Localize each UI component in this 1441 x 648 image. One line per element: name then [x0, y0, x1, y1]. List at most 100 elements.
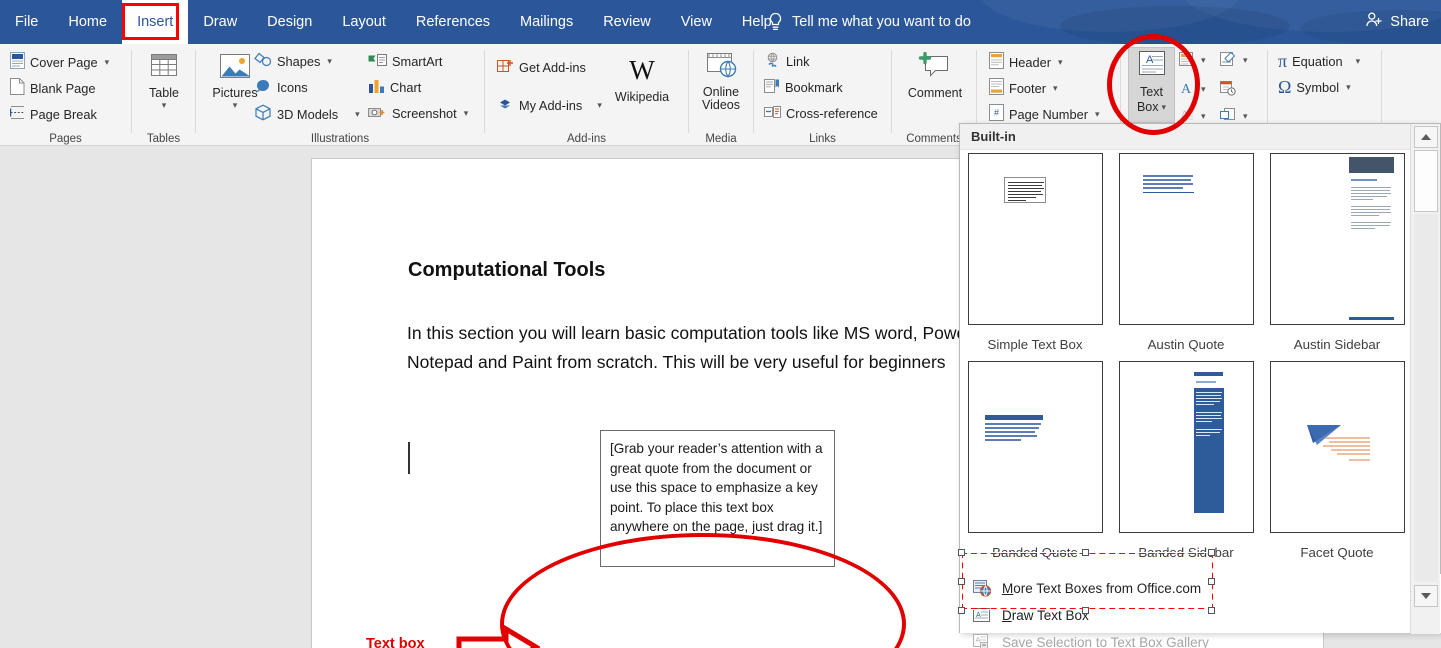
document-heading: Computational Tools: [408, 259, 606, 281]
gallery-caption: Facet Quote: [1300, 545, 1374, 560]
header-button[interactable]: Header ▾: [989, 52, 1063, 72]
gallery-item-banded-quote[interactable]: Banded Quote: [960, 358, 1110, 566]
chevron-down-icon[interactable]: ▾: [1201, 55, 1206, 66]
tell-me-search[interactable]: Tell me what you want to do: [768, 0, 971, 44]
scrollbar-track[interactable]: [1414, 214, 1438, 582]
chevron-down-icon[interactable]: ▾: [105, 57, 110, 68]
chevron-down-icon[interactable]: ▾: [597, 100, 602, 111]
icons-icon: [254, 78, 272, 97]
tab-design[interactable]: Design: [252, 0, 327, 44]
tab-file[interactable]: File: [0, 0, 53, 44]
shapes-button[interactable]: Shapes ▾: [254, 52, 332, 71]
group-label-addins: Add-ins: [567, 133, 606, 145]
chevron-down-icon[interactable]: ▾: [327, 56, 332, 67]
signature-line-button[interactable]: ▾: [1219, 51, 1248, 70]
tab-draw[interactable]: Draw: [188, 0, 252, 44]
gallery-item-austin-quote[interactable]: Austin Quote: [1111, 150, 1261, 358]
signature-line-icon: [1219, 51, 1236, 70]
tab-insert[interactable]: Insert: [122, 0, 189, 44]
draw-textbox-icon: A: [972, 606, 992, 624]
chevron-down-icon[interactable]: ▾: [1201, 84, 1206, 95]
text-box-label-line2: Box: [1136, 100, 1159, 114]
screenshot-camera-icon: [368, 104, 387, 123]
group-label-links: Links: [809, 133, 836, 145]
gallery-scrollbar[interactable]: [1410, 124, 1440, 634]
chart-label: Chart: [390, 80, 422, 95]
chevron-down-icon[interactable]: ▾: [355, 109, 360, 120]
chevron-down-icon[interactable]: ▾: [1356, 56, 1361, 67]
tab-layout[interactable]: Layout: [327, 0, 401, 44]
header-label: Header: [1009, 54, 1051, 70]
inserted-text-box[interactable]: [Grab your reader’s attention with a gre…: [600, 430, 835, 567]
menu-item-label: Draw Text Box: [1002, 607, 1089, 623]
chevron-down-icon[interactable]: ▾: [1058, 57, 1063, 68]
bookmark-button[interactable]: Bookmark: [764, 78, 843, 97]
svg-text:A: A: [1181, 82, 1192, 96]
chevron-down-icon[interactable]: ▾: [1162, 101, 1167, 114]
chevron-down-icon[interactable]: ▾: [1243, 55, 1248, 66]
gallery-item-austin-sidebar[interactable]: Austin Sidebar: [1262, 150, 1411, 358]
date-time-button[interactable]: [1219, 80, 1236, 99]
online-videos-button[interactable]: Online Videos: [695, 51, 747, 112]
wordart-button[interactable]: A ▾: [1178, 80, 1206, 99]
scroll-down-button[interactable]: [1414, 585, 1438, 607]
group-separator: [1381, 50, 1382, 133]
comment-button[interactable]: Comment: [904, 51, 966, 100]
equation-label: Equation: [1292, 53, 1343, 69]
chevron-down-icon[interactable]: ▾: [1201, 111, 1206, 122]
scroll-up-arrow-icon: [1421, 134, 1431, 140]
chevron-down-icon[interactable]: ▾: [162, 100, 167, 111]
titlebar-decoration: [1060, 6, 1290, 44]
menu-item-draw-text-box[interactable]: A Draw Text Box: [964, 602, 1434, 628]
gallery-item-banded-sidebar[interactable]: Banded Sidebar: [1111, 358, 1261, 566]
menu-item-label: More Text Boxes from Office.com: [1002, 580, 1202, 596]
bookmark-icon: [764, 78, 780, 97]
cover-page-button[interactable]: Cover Page ▾: [10, 52, 109, 72]
screenshot-button[interactable]: Screenshot ▾: [368, 104, 468, 123]
chart-button[interactable]: Chart: [368, 78, 421, 97]
chevron-down-icon[interactable]: ▾: [1346, 82, 1351, 93]
scroll-up-button[interactable]: [1414, 126, 1438, 148]
3d-models-button[interactable]: 3D Models ▾: [254, 104, 360, 124]
chevron-down-icon[interactable]: ▾: [1243, 111, 1248, 122]
link-button[interactable]: Link: [764, 52, 809, 71]
ribbon-group-pages: Cover Page ▾ Blank Page Page Break Pages: [0, 44, 131, 146]
share-label: Share: [1390, 14, 1429, 30]
blank-page-button[interactable]: Blank Page: [10, 78, 95, 98]
get-addins-button[interactable]: Get Add-ins: [497, 58, 586, 77]
tab-home[interactable]: Home: [53, 0, 122, 44]
title-bar: File Home Insert Draw Design Layout Refe…: [0, 0, 1441, 44]
gallery-caption: Banded Quote: [992, 545, 1078, 560]
tab-view[interactable]: View: [666, 0, 727, 44]
page-number-button[interactable]: # Page Number ▾: [989, 104, 1100, 124]
chevron-down-icon[interactable]: ▾: [1095, 109, 1100, 120]
symbol-button[interactable]: Ω Symbol ▾: [1278, 78, 1351, 96]
tab-review[interactable]: Review: [588, 0, 666, 44]
chevron-down-icon[interactable]: ▾: [464, 108, 469, 119]
smartart-button[interactable]: SmartArt: [368, 52, 442, 71]
gallery-item-facet-quote[interactable]: Facet Quote: [1262, 358, 1411, 566]
footer-button[interactable]: Footer ▾: [989, 78, 1058, 98]
page-break-button[interactable]: Page Break: [9, 104, 97, 124]
chevron-down-icon[interactable]: ▾: [1053, 83, 1058, 94]
ribbon-group-links: Link Bookmark Cross-reference Links: [754, 44, 891, 146]
equation-button[interactable]: π Equation ▾: [1278, 52, 1360, 70]
chevron-down-icon[interactable]: ▾: [233, 100, 238, 111]
scrollbar-thumb[interactable]: [1414, 150, 1438, 212]
icons-button[interactable]: Icons: [254, 78, 308, 97]
tab-references[interactable]: References: [401, 0, 505, 44]
menu-item-more-text-boxes[interactable]: More Text Boxes from Office.com: [964, 575, 1434, 601]
link-icon: [764, 52, 781, 71]
gallery-item-simple-text-box[interactable]: Simple Text Box: [960, 150, 1110, 358]
quick-parts-button[interactable]: ▾: [1178, 51, 1206, 70]
ribbon-group-addins: Get Add-ins My Add-ins ▾ W Wikipedia Add…: [485, 44, 688, 146]
tab-mailings[interactable]: Mailings: [505, 0, 588, 44]
table-button[interactable]: Table ▾: [142, 52, 186, 111]
cover-page-label: Cover Page: [30, 54, 98, 70]
cross-reference-button[interactable]: Cross-reference: [764, 104, 878, 123]
text-box-button[interactable]: A Text Box ▾: [1130, 50, 1173, 114]
wikipedia-button[interactable]: W Wikipedia: [607, 56, 677, 104]
gallery-row: Banded Quote Banded Sidebar Facet Quote: [960, 358, 1411, 566]
share-button[interactable]: Share: [1365, 0, 1429, 44]
my-addins-button[interactable]: My Add-ins ▾: [497, 96, 602, 115]
